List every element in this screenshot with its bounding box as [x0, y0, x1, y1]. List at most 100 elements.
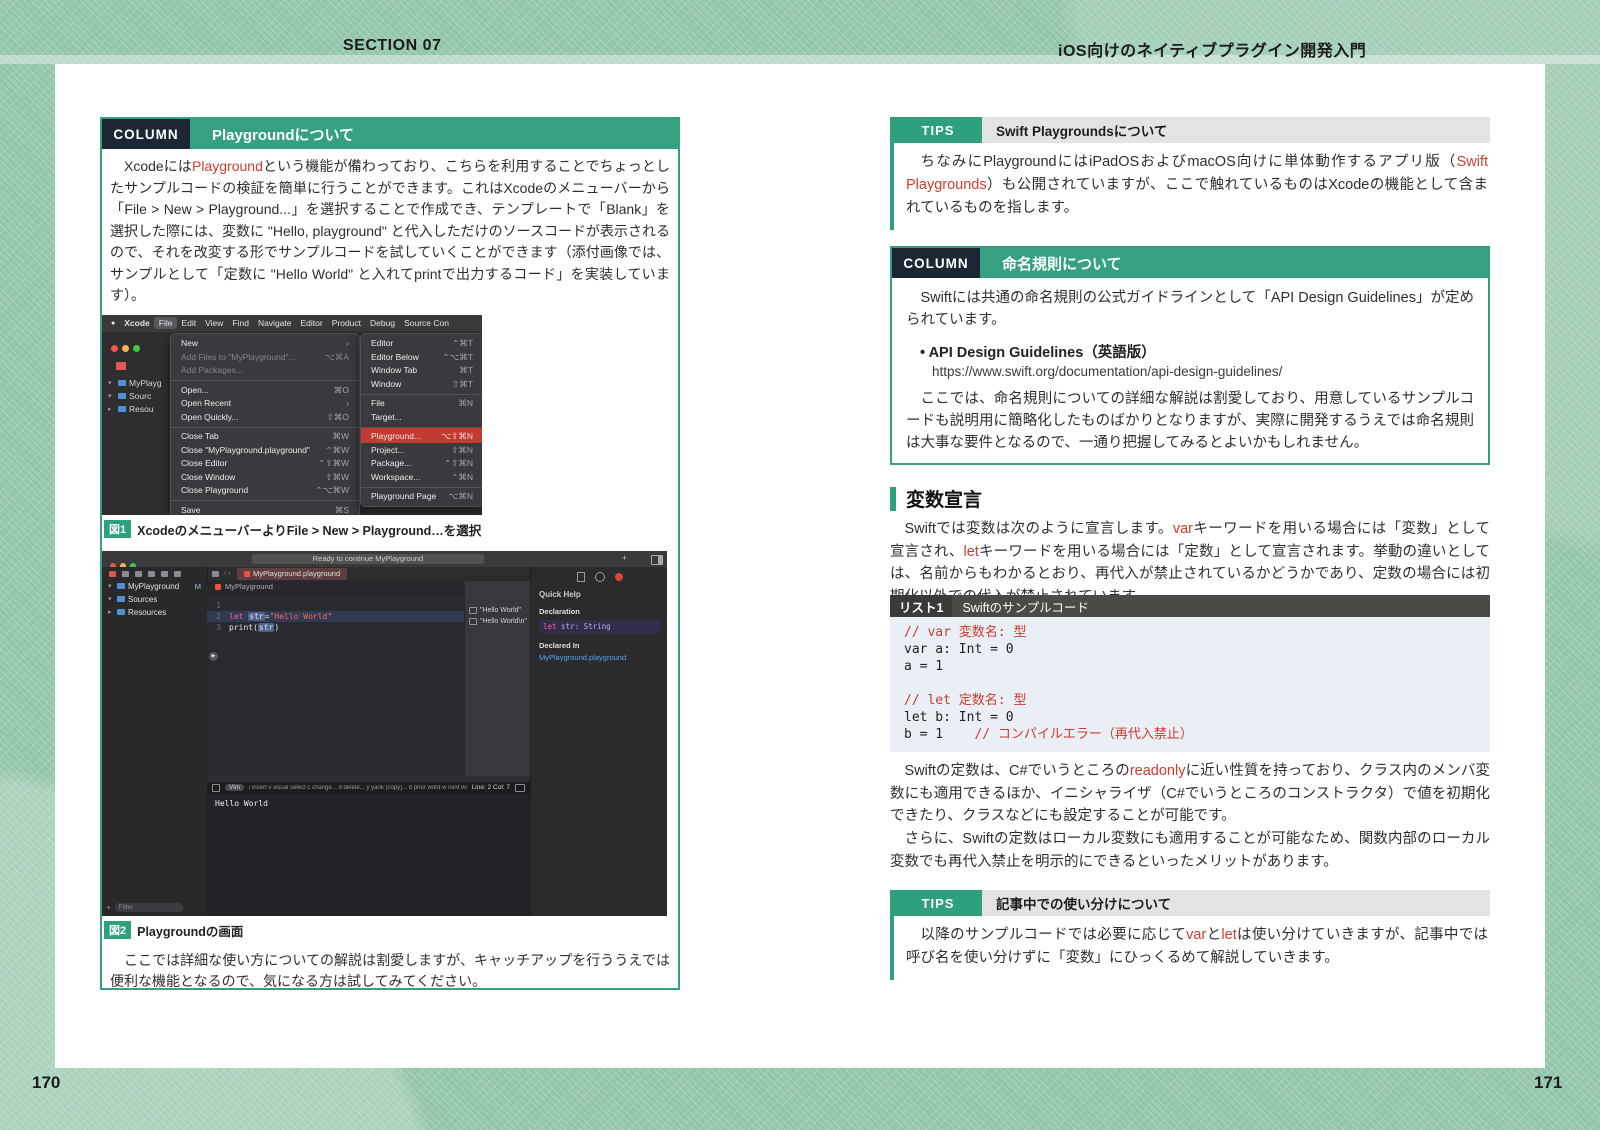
- result-row: "Hello World\n": [465, 616, 531, 627]
- run-playground-icon: ▶: [209, 652, 218, 661]
- result-value: "Hello World": [480, 607, 521, 614]
- menu-item-label: Add Files to "MyPlayground"...: [181, 352, 296, 363]
- folder-icon: [118, 393, 126, 399]
- disclosure-icon: ▸: [108, 608, 114, 616]
- text-run: 以降のサンプルコードでは必要に応じて: [921, 927, 1187, 943]
- inspector-toggle-icon: [651, 555, 663, 565]
- modified-badge: M: [195, 582, 201, 591]
- menu-item-label: Playground Page: [371, 491, 436, 502]
- new-submenu-item: Editor Below ⌃⌥⌘T: [361, 350, 482, 364]
- tab-label: MyPlayground.playground: [253, 569, 340, 578]
- tips-title: Swift Playgroundsについて: [982, 117, 1490, 143]
- highlighted-term-let: let: [1221, 927, 1236, 943]
- code-text: // let 定数名: 型: [904, 693, 1026, 708]
- tips-header: TIPS Swift Playgroundsについて: [894, 117, 1490, 143]
- menu-item-label: Editor: [371, 338, 393, 349]
- quick-help-content: Quick Help Declaration let str: String D…: [531, 582, 667, 662]
- line-number: 1: [207, 601, 221, 610]
- declaration-label: Declaration: [539, 607, 660, 616]
- running-header-chapter: iOS向けのネイティブプラグイン開発入門: [1058, 37, 1366, 61]
- section-heading-bar: [890, 487, 896, 511]
- menu-item-label: Close Window: [181, 472, 235, 483]
- tips-body: 以降のサンプルコードでは必要に応じてvarとletは使い分けていきますが、記事中…: [894, 916, 1490, 980]
- navigator-label: Sourc: [129, 391, 151, 401]
- minimize-window-icon: [122, 345, 129, 352]
- navigator-label: Resou: [129, 404, 154, 414]
- close-paren: ): [274, 623, 279, 632]
- code-text: // var 変数名: 型: [904, 625, 1026, 640]
- console-output: Hello World: [215, 799, 268, 808]
- zoom-window-icon: [133, 345, 140, 352]
- menu-item-shortcut: ⇧⌘W: [325, 472, 349, 483]
- tips-body: ちなみにPlaygroundにはiPadOSおよびmacOS向けに単体動作するア…: [894, 143, 1490, 230]
- listing-tag: リスト1: [890, 595, 952, 617]
- navigator-label: MyPlayground: [128, 582, 179, 591]
- menu-item-shortcut: ⇧⌘T: [452, 379, 473, 390]
- menu-item-shortcut: ⌃⌥⌘W: [316, 485, 349, 496]
- guidelines-url: https://www.swift.org/documentation/api-…: [932, 364, 1474, 379]
- menu-bar-item: Find: [232, 318, 249, 328]
- back-forward-icons: ‹ ›: [224, 571, 231, 577]
- new-submenu-item: Playground... ⌥⇧⌘N: [361, 427, 482, 444]
- breadcrumb-label: MyPlayground: [225, 582, 273, 591]
- new-submenu-item: File ⌘N: [361, 394, 482, 411]
- tips-paragraph: ちなみにPlaygroundにはiPadOSおよびmacOS向けに単体動作するア…: [906, 151, 1488, 220]
- code-text: var a: Int = 0: [904, 642, 1014, 657]
- variable-str: str: [248, 612, 264, 621]
- related-items-icon: [212, 571, 219, 577]
- menu-item-shortcut: ⌘N: [458, 398, 473, 409]
- navigator-label: Sources: [128, 595, 157, 604]
- print-call: print(: [229, 623, 258, 632]
- menu-item-label: Save: [181, 505, 200, 515]
- playground-file-icon: [244, 571, 250, 577]
- code-line: // let 定数名: 型: [904, 692, 1476, 709]
- menu-item-label: Open...: [181, 385, 209, 396]
- code-text: b = 1: [904, 727, 974, 742]
- menu-item-shortcut: ⌘S: [335, 505, 349, 515]
- menu-item-shortcut: ⌘W: [332, 431, 349, 442]
- menu-bar-item: Navigate: [258, 318, 292, 328]
- bullet-item: • API Design Guidelines（英語版）: [920, 341, 1474, 362]
- menu-item-shortcut: ⌥⌘A: [325, 352, 349, 363]
- menu-item-label: Workspace...: [371, 472, 420, 483]
- menu-bar-item: File: [154, 317, 178, 329]
- bullet-title: API Design Guidelines（英語版）: [929, 345, 1156, 361]
- menu-item-label: New: [181, 338, 198, 349]
- menu-bar-item: View: [205, 318, 223, 328]
- code-line: var a: Int = 0: [904, 641, 1476, 658]
- jump-bar: MyPlayground: [207, 581, 464, 594]
- menu-item-label: Playground...: [371, 431, 421, 442]
- file-menu-item: Close Playground ⌃⌥⌘W: [171, 484, 359, 498]
- navigator-item: ▾ Sourc: [108, 390, 162, 403]
- code-line: [904, 675, 1476, 692]
- navigator-item: ▸ Resou: [108, 403, 162, 416]
- menu-item-shortcut: ⌃⇧⌘N: [444, 458, 473, 469]
- new-submenu-item: Playground Page ⌥⌘N: [361, 487, 482, 504]
- listing-header: リスト1 Swiftのサンプルコード: [890, 595, 1490, 617]
- highlighted-term-var: var: [1186, 927, 1206, 943]
- tips-title: 記事中での使い分けについて: [982, 890, 1490, 916]
- code-line-3: 3print(str): [207, 622, 464, 633]
- folder-icon: [118, 406, 126, 412]
- menu-item-shortcut: ›: [346, 398, 349, 409]
- code-comment: // コンパイルエラー（再代入禁止）: [974, 727, 1192, 742]
- column-paragraph-1: XcodeにはPlaygroundという機能が備わっており、こちらを利用すること…: [102, 156, 678, 307]
- file-menu-item: Add Files to "MyPlayground"... ⌥⌘A: [171, 350, 359, 364]
- menu-bar-item: Edit: [181, 318, 196, 328]
- menu-item-label: Add Packages...: [181, 365, 243, 376]
- text-run: Swiftでは変数は次のように宣言します。: [905, 521, 1173, 537]
- results-list: "Hello World" "Hello World\n": [465, 605, 531, 627]
- file-menu-item: Close Tab ⌘W: [171, 427, 359, 444]
- navigator-label: MyPlayg: [129, 378, 162, 388]
- listing-title: Swiftのサンプルコード: [952, 597, 1088, 616]
- debug-console: Hello World: [207, 794, 530, 916]
- highlighted-term-playground: Playground: [192, 158, 263, 174]
- highlighted-term-let: let: [964, 544, 979, 560]
- menu-item-label: Target...: [371, 412, 402, 423]
- quicklook-icon: [469, 607, 477, 614]
- tips-paragraph: 以降のサンプルコードでは必要に応じてvarとletは使い分けていきますが、記事中…: [906, 924, 1488, 970]
- column-body: Swiftには共通の命名規則の公式ガイドラインとして「API Design Gu…: [892, 278, 1488, 454]
- figure2-playground-screenshot: Ready to continue MyPlayground + ‹ › MyP…: [102, 551, 667, 916]
- highlighted-term-readonly: readonly: [1130, 763, 1186, 779]
- menu-item-shortcut: ⌃⌘W: [325, 445, 349, 456]
